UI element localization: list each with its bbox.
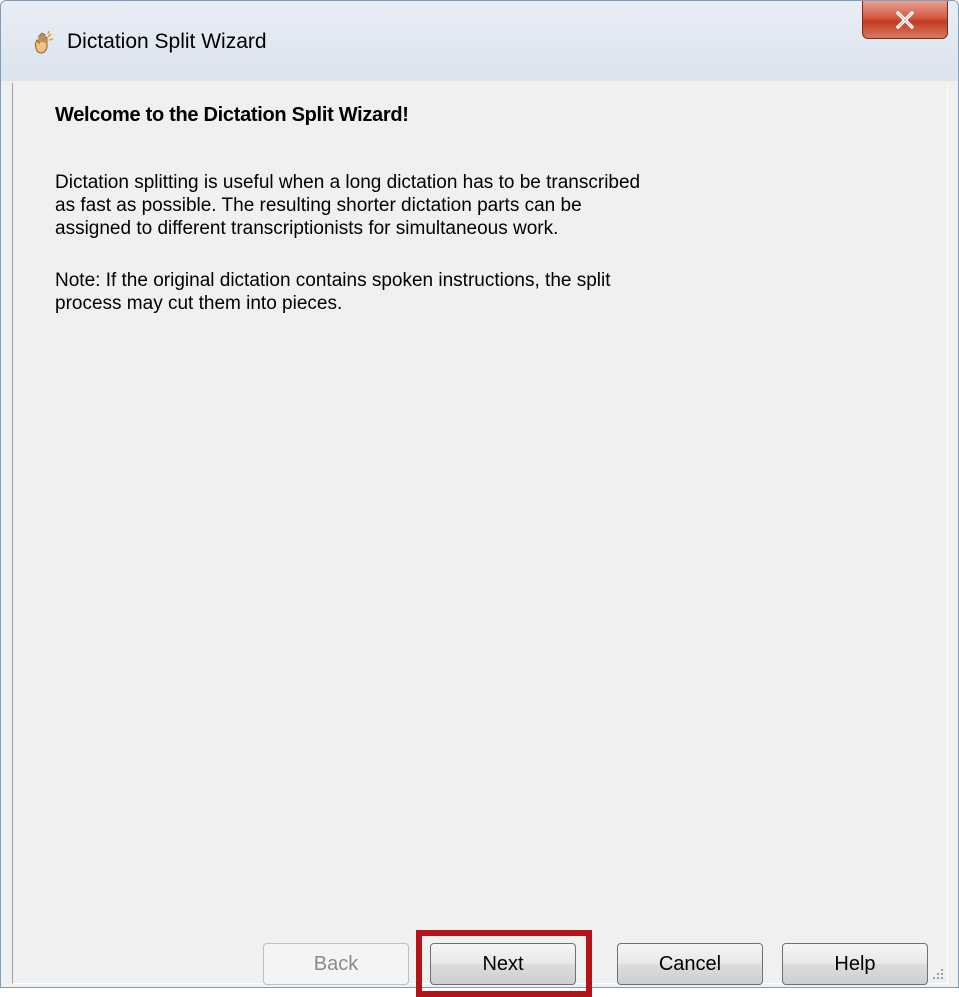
dictation-hand-icon [31,30,55,55]
resize-grip-icon[interactable] [930,966,944,980]
next-button[interactable]: Next [430,943,576,985]
close-icon [895,10,915,29]
close-button[interactable] [862,1,948,39]
title-bar[interactable]: Dictation Split Wizard [1,1,958,81]
wizard-window: Dictation Split Wizard Welcome to the Di… [0,0,959,997]
wizard-content: Welcome to the Dictation Split Wizard! D… [12,83,948,997]
window-title: Dictation Split Wizard [67,30,267,53]
description-text: Dictation splitting is useful when a lon… [55,172,641,239]
note-text: Note: If the original dictation contains… [55,270,611,314]
back-button[interactable]: Back [263,943,409,985]
help-button[interactable]: Help [782,943,928,985]
cancel-button[interactable]: Cancel [617,943,763,985]
page-title: Welcome to the Dictation Split Wizard! [55,104,409,126]
